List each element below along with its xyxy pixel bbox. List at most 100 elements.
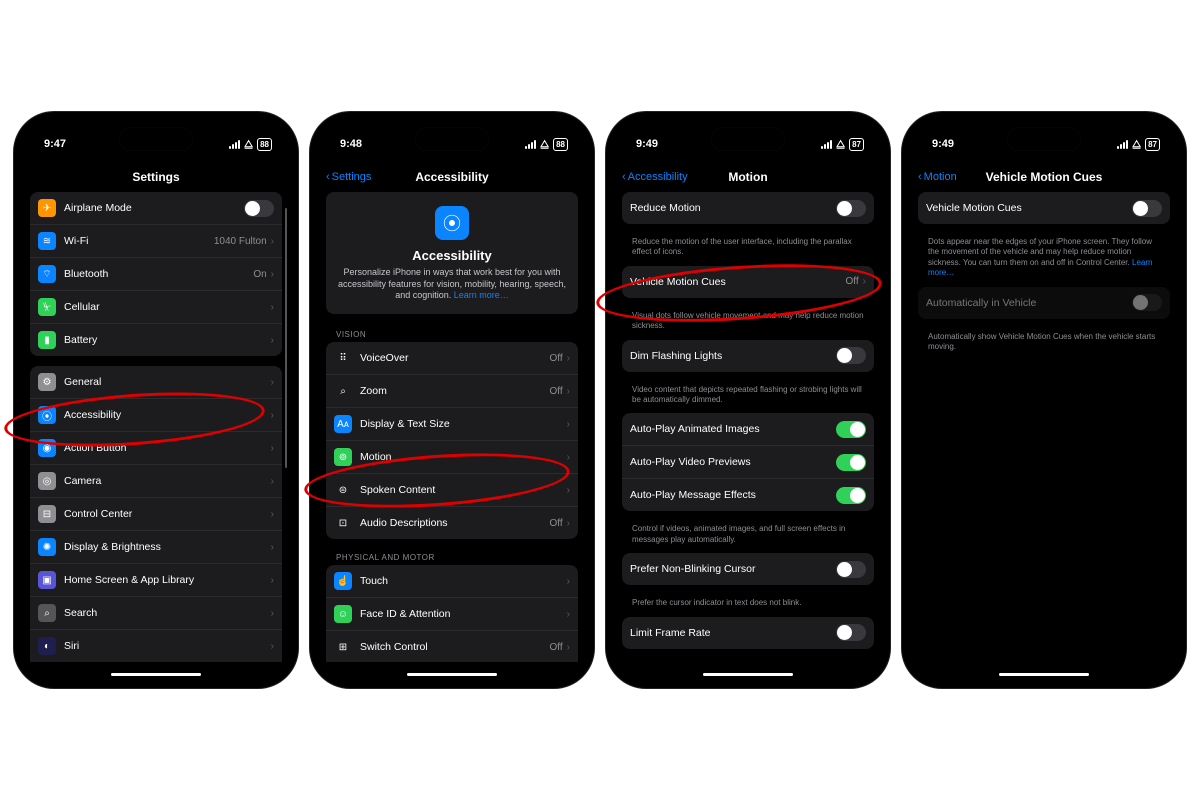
row-value: Off — [550, 518, 563, 529]
settings-row[interactable]: Prefer Non-Blinking Cursor — [622, 553, 874, 585]
scrollbar[interactable] — [285, 208, 287, 468]
wi-fi-icon: ≋ — [38, 232, 56, 250]
settings-row[interactable]: ◎Camera› — [30, 465, 282, 498]
intro-heading: Accessibility — [338, 248, 566, 263]
settings-row[interactable]: ✺Display & Brightness› — [30, 531, 282, 564]
settings-row[interactable]: ⚙General› — [30, 366, 282, 399]
chevron-right-icon: › — [567, 452, 570, 463]
back-button[interactable]: ‹Accessibility — [622, 171, 688, 183]
settings-row[interactable]: Auto-Play Animated Images — [622, 413, 874, 446]
settings-row[interactable]: ⌕ZoomOff› — [326, 375, 578, 408]
settings-group: Limit Frame Rate — [622, 617, 874, 649]
settings-row[interactable]: ⦿Accessibility› — [30, 399, 282, 432]
group-footer: Automatically show Vehicle Motion Cues w… — [918, 329, 1170, 361]
face-id-attention-icon: ☺ — [334, 605, 352, 623]
toggle-switch[interactable] — [836, 561, 866, 578]
toggle-switch[interactable] — [1132, 294, 1162, 311]
chevron-right-icon: › — [271, 476, 274, 487]
switch-control-icon: ⊞ — [334, 638, 352, 656]
settings-row[interactable]: ⊡Audio DescriptionsOff› — [326, 507, 578, 539]
battery-indicator: 88 — [553, 138, 568, 151]
settings-row[interactable]: ▣Home Screen & App Library› — [30, 564, 282, 597]
settings-row[interactable]: Auto-Play Video Previews — [622, 446, 874, 479]
settings-row[interactable]: Automatically in Vehicle — [918, 287, 1170, 319]
home-indicator — [703, 673, 793, 676]
toggle-switch[interactable] — [836, 454, 866, 471]
settings-row[interactable]: Vehicle Motion Cues — [918, 192, 1170, 224]
settings-row[interactable]: ⊟Control Center› — [30, 498, 282, 531]
content-scroll[interactable]: ✈︎Airplane Mode≋Wi-Fi1040 Fulton›⌔Blueto… — [22, 192, 290, 662]
chevron-right-icon: › — [271, 443, 274, 454]
phone-frame-2: 9:49⧋87‹AccessibilityMotionReduce Motion… — [606, 112, 890, 688]
row-value: Off — [550, 386, 563, 397]
toggle-switch[interactable] — [836, 624, 866, 641]
settings-row[interactable]: AᴀDisplay & Text Size› — [326, 408, 578, 441]
settings-row[interactable]: ◉Action Button› — [30, 432, 282, 465]
chevron-right-icon: › — [271, 509, 274, 520]
settings-row[interactable]: Limit Frame Rate — [622, 617, 874, 649]
group-footer: Visual dots follow vehicle movement and … — [622, 308, 874, 340]
toggle-switch[interactable] — [836, 200, 866, 217]
row-label: Control Center — [64, 508, 271, 520]
settings-group: ⠿VoiceOverOff›⌕ZoomOff›AᴀDisplay & Text … — [326, 342, 578, 539]
settings-row[interactable]: Vehicle Motion CuesOff› — [622, 266, 874, 298]
chevron-right-icon: › — [567, 386, 570, 397]
row-label: Auto-Play Animated Images — [630, 423, 836, 435]
toggle-switch[interactable] — [244, 200, 274, 217]
settings-row[interactable]: ◐Siri› — [30, 630, 282, 662]
settings-row[interactable]: Auto-Play Message Effects — [622, 479, 874, 511]
intro-text: Personalize iPhone in ways that work bes… — [338, 267, 566, 302]
dynamic-island — [712, 128, 784, 150]
settings-row[interactable]: ⌕Search› — [30, 597, 282, 630]
chevron-left-icon: ‹ — [918, 171, 922, 183]
settings-row[interactable]: ⊜Spoken Content› — [326, 474, 578, 507]
signal-icon — [1117, 140, 1128, 149]
settings-group: Vehicle Motion CuesOff› — [622, 266, 874, 298]
status-time: 9:48 — [340, 138, 362, 150]
settings-group: Dim Flashing Lights — [622, 340, 874, 372]
back-button[interactable]: ‹Settings — [326, 171, 371, 183]
toggle-switch[interactable] — [836, 421, 866, 438]
row-label: Face ID & Attention — [360, 608, 567, 620]
row-label: General — [64, 376, 271, 388]
toggle-switch[interactable] — [836, 487, 866, 504]
row-label: Reduce Motion — [630, 202, 836, 214]
content-scroll[interactable]: Reduce MotionReduce the motion of the us… — [614, 192, 882, 662]
learn-more-link[interactable]: Learn more… — [454, 290, 509, 300]
settings-row[interactable]: ≋Wi-Fi1040 Fulton› — [30, 225, 282, 258]
settings-row[interactable]: Dim Flashing Lights — [622, 340, 874, 372]
settings-row[interactable]: ⏧Cellular› — [30, 291, 282, 324]
group-header: VISION — [326, 326, 578, 342]
back-button[interactable]: ‹Motion — [918, 171, 957, 183]
row-label: Dim Flashing Lights — [630, 350, 836, 362]
settings-row[interactable]: Reduce Motion — [622, 192, 874, 224]
toggle-switch[interactable] — [1132, 200, 1162, 217]
settings-row[interactable]: ⌔BluetoothOn› — [30, 258, 282, 291]
settings-row[interactable]: ▮Battery› — [30, 324, 282, 356]
settings-row[interactable]: ☺Face ID & Attention› — [326, 598, 578, 631]
content-scroll[interactable]: ⦿ Accessibility Personalize iPhone in ways… — [318, 192, 586, 662]
chevron-right-icon: › — [271, 269, 274, 280]
content-scroll[interactable]: Vehicle Motion CuesDots appear near the … — [910, 192, 1178, 662]
settings-group: ⚙ General › ⦿Accessibility›◉Action Button›◎… — [30, 366, 282, 662]
cellular-icon: ⏧ — [38, 298, 56, 316]
accessibility-icon: ⦿ — [435, 206, 469, 240]
row-label: Home Screen & App Library — [64, 574, 271, 586]
row-label: Switch Control — [360, 641, 550, 653]
settings-row[interactable]: ☝Touch› — [326, 565, 578, 598]
settings-row[interactable]: ⊚Motion› — [326, 441, 578, 474]
phone-frame-1: 9:48⧋88‹SettingsAccessibility⦿Accessibil… — [310, 112, 594, 688]
status-time: 9:49 — [932, 138, 954, 150]
row-label: Action Button — [64, 442, 271, 454]
nav-bar: Settings — [22, 162, 290, 192]
row-label: Battery — [64, 334, 271, 346]
row-label: Camera — [64, 475, 271, 487]
settings-row[interactable]: ✈︎Airplane Mode — [30, 192, 282, 225]
row-value: 1040 Fulton — [214, 236, 267, 247]
spoken-content-icon: ⊜ — [334, 481, 352, 499]
settings-row[interactable]: ⠿VoiceOverOff› — [326, 342, 578, 375]
settings-row[interactable]: ⊞Switch ControlOff› — [326, 631, 578, 662]
siri-icon: ◐ — [38, 637, 56, 655]
toggle-switch[interactable] — [836, 347, 866, 364]
general-icon: ⚙ — [38, 373, 56, 391]
